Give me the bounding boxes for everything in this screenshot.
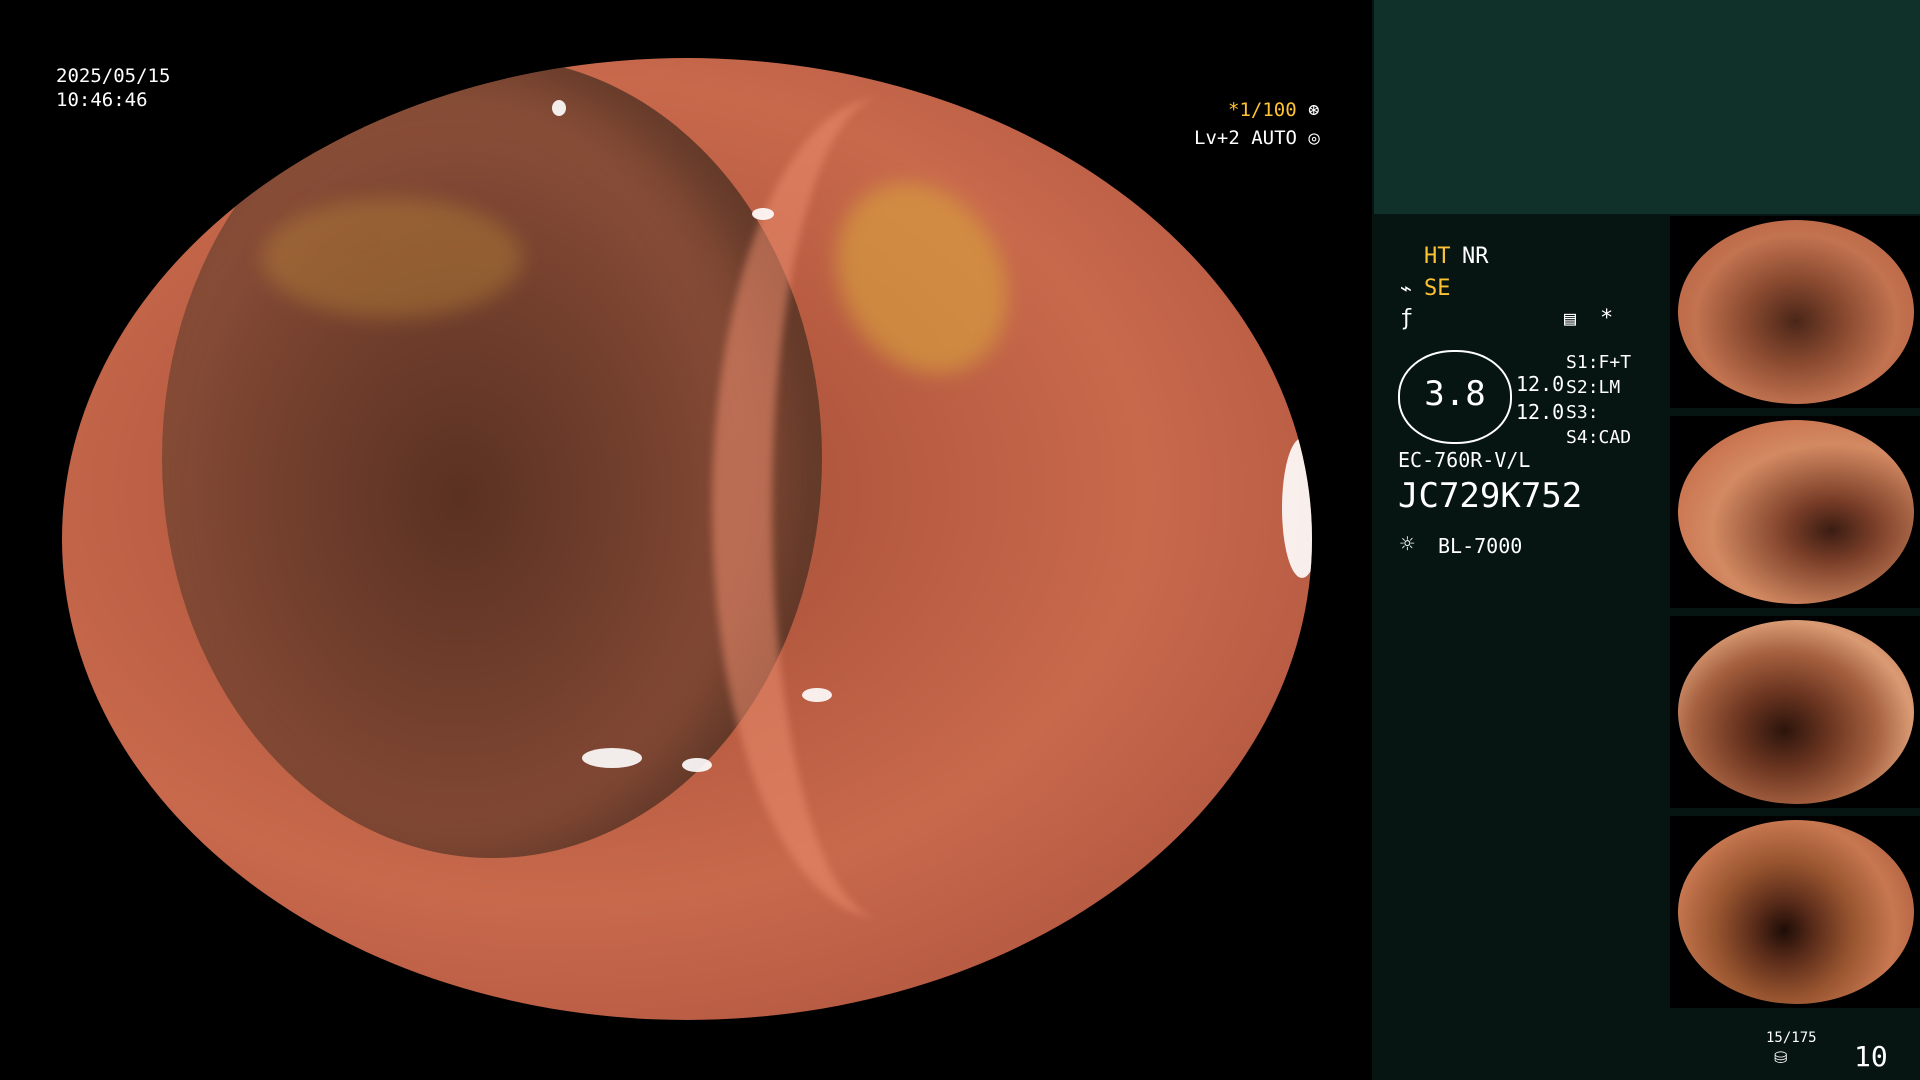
setting-s3: S3: xyxy=(1566,402,1599,423)
glare xyxy=(552,100,566,116)
endoscope-image xyxy=(62,58,1312,1020)
thumbnail-2[interactable] xyxy=(1670,416,1920,608)
scope-serial: JC729K752 xyxy=(1398,476,1583,516)
exposure-info: *1/100 ⊛ xyxy=(1228,98,1320,122)
light-source-icon: ☼ xyxy=(1400,530,1415,558)
endoscope-view: 2025/05/15 10:46:46 *1/100 ⊛ Lv+2 AUTO ◎ xyxy=(0,0,1372,1080)
zoom-gauge: 3.8 xyxy=(1398,350,1512,444)
thumbnail-1[interactable] xyxy=(1670,216,1920,408)
level-text: Lv+2 AUTO xyxy=(1194,127,1297,149)
mode-se: SE xyxy=(1424,276,1451,301)
glare xyxy=(802,688,832,702)
storage-icon: ⛁ xyxy=(1774,1048,1788,1067)
scope-model: EC-760R-V/L xyxy=(1398,448,1531,472)
setting-s2: S2:LM xyxy=(1566,377,1621,398)
level-info: Lv+2 AUTO ◎ xyxy=(1194,126,1320,150)
gauge-value: 3.8 xyxy=(1424,374,1486,414)
setting-s1: S1:F+T xyxy=(1566,352,1632,373)
gauge-right-top: 12.0 xyxy=(1516,372,1565,396)
enhancement-icon: ⌁ xyxy=(1400,276,1413,300)
memory-icon: ▤ xyxy=(1564,306,1577,330)
page-number: 10 xyxy=(1854,1040,1888,1073)
date-text: 2025/05/15 xyxy=(56,65,171,87)
timestamp: 2025/05/15 10:46:46 xyxy=(56,64,170,112)
residue xyxy=(262,198,522,318)
glare xyxy=(752,208,774,220)
image-count: 15/175 xyxy=(1766,1030,1817,1046)
glare xyxy=(682,758,712,772)
glare xyxy=(582,748,642,768)
mode-nr: NR xyxy=(1462,244,1489,269)
shutter-icon: ⊛ xyxy=(1308,99,1320,121)
glare xyxy=(1282,438,1312,578)
gauge-right-bottom: 12.0 xyxy=(1516,400,1565,424)
setting-s4: S4:CAD xyxy=(1566,427,1632,448)
settings-list: S1:F+T S2:LM S3: S4:CAD xyxy=(1566,350,1631,450)
time-text: 10:46:46 xyxy=(56,89,148,111)
shutter-text: *1/100 xyxy=(1228,99,1297,121)
thumbnail-4[interactable] xyxy=(1670,816,1920,1008)
curve-icon: ƒ xyxy=(1400,306,1414,331)
asterisk: * xyxy=(1600,306,1614,331)
iris-icon: ◎ xyxy=(1308,127,1320,149)
mode-ht: HT xyxy=(1424,244,1451,269)
thumbnail-3[interactable] xyxy=(1670,616,1920,808)
panel-header xyxy=(1374,0,1920,214)
light-source: BL-7000 xyxy=(1438,534,1523,558)
